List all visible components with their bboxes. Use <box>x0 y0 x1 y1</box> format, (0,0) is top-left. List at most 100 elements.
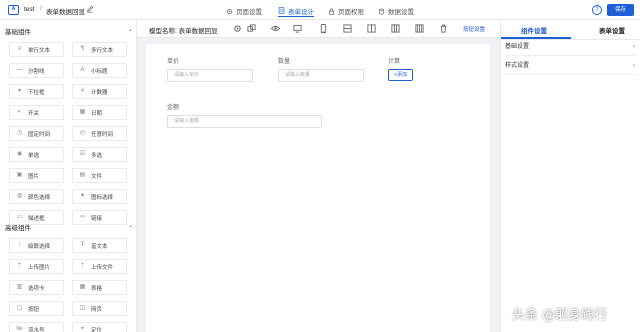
radio-icon: ◉ <box>16 151 23 157</box>
text-line-icon: ≡ <box>17 46 22 52</box>
quantity-input[interactable]: 请输入数量 <box>278 69 364 82</box>
component-label: 网页 <box>91 306 103 313</box>
amount-input[interactable]: 请输入金额 <box>167 115 322 128</box>
tab-data-settings[interactable]: 数据设置 <box>378 5 414 17</box>
component-label: 级联选择 <box>28 243 51 250</box>
component-icon-picker[interactable]: ✦ 图标选择 <box>72 189 127 204</box>
style-settings-label: 样式设置 <box>505 63 530 69</box>
component-panel: 基础组件 ⌄ ≡ 单行文本 ¶ 多行文本 — 分割线 A 小标题 ▾ 下拉框 # 计数器 ◐ 开关 ▦ 日期 ◷… <box>0 20 137 332</box>
field-label-amount: 金额 <box>167 105 180 111</box>
tabs-icon: ▥ <box>16 284 23 290</box>
cascade-icon: ⋮ <box>16 242 23 248</box>
copy-icon[interactable] <box>247 24 256 33</box>
chevron-down-icon[interactable]: ⌄ <box>128 26 133 33</box>
component-upload-file[interactable]: ⇡ 上传文件 <box>72 259 127 274</box>
component-button[interactable]: ▢ 按钮 <box>9 301 64 316</box>
chevron-down-icon[interactable]: ⌄ <box>128 222 133 229</box>
dropdown-icon: ▾ <box>17 88 21 94</box>
component-label: 定位 <box>91 327 103 332</box>
component-label: 下拉框 <box>28 89 45 96</box>
component-calendar[interactable]: ▦ 日期 <box>72 105 127 120</box>
lock-icon <box>329 8 334 15</box>
layout-four-column-icon[interactable] <box>415 24 424 33</box>
advanced-components-title: 高级组件 <box>5 225 31 232</box>
palette-icon: ◍ <box>16 193 23 199</box>
component-label: 上传文件 <box>91 264 114 271</box>
component-serial[interactable]: № 流水号 <box>9 322 64 332</box>
component-location[interactable]: ⌖ 定位 <box>72 322 127 332</box>
tab-label: 数据设置 <box>388 9 414 16</box>
pc-view-icon[interactable] <box>293 24 302 33</box>
form-icon <box>278 7 285 14</box>
component-paragraph[interactable]: ¶ 多行文本 <box>72 42 127 57</box>
tab-component-settings[interactable]: 组件设置 <box>521 25 547 35</box>
layout-one-column-icon[interactable] <box>343 24 352 33</box>
component-label: 单行文本 <box>28 47 51 54</box>
checkbox-icon: ☑ <box>79 151 86 157</box>
location-icon: ⌖ <box>80 326 85 332</box>
component-clock[interactable]: ◷ 固定时间 <box>9 126 64 141</box>
button-icon: ▢ <box>16 305 23 311</box>
basic-settings-item[interactable]: 基础设置 › <box>505 38 637 56</box>
tab-page-settings[interactable]: 页面设置 <box>226 5 262 17</box>
component-label: 按钮 <box>28 306 40 313</box>
tab-form-settings[interactable]: 表单设置 <box>599 25 625 35</box>
file-icon: ▤ <box>79 172 86 178</box>
component-tabs[interactable]: ▥ 选项卡 <box>9 280 64 295</box>
properties-panel: 组件设置 表单设置 基础设置 › 样式设置 › <box>500 20 640 332</box>
component-switch[interactable]: ◐ 开关 <box>9 105 64 120</box>
component-upload-image[interactable]: ⇡ 上传图片 <box>9 259 64 274</box>
form-canvas[interactable]: 单价 请输入单价 数量 请输入数量 计算 <添加 金额 请输入金额 <box>146 44 490 332</box>
component-label: 流水号 <box>28 327 45 332</box>
component-heading[interactable]: A 小标题 <box>72 63 127 78</box>
description-icon: ▭ <box>16 214 23 220</box>
button-settings-link[interactable]: 按钮设置 <box>463 25 485 33</box>
component-label: 图标选择 <box>91 194 114 201</box>
component-file[interactable]: ▤ 文件 <box>72 168 127 183</box>
chevron-right-icon: › <box>633 44 635 50</box>
component-radio[interactable]: ◉ 单选 <box>9 147 64 162</box>
component-table[interactable]: ▦ 表格 <box>72 280 127 295</box>
component-text-line[interactable]: ≡ 单行文本 <box>9 42 64 57</box>
settings-icon[interactable] <box>233 24 242 33</box>
help-icon[interactable]: ? <box>592 5 602 15</box>
tab-page-permissions[interactable]: 页面权限 <box>328 5 364 17</box>
component-cascade[interactable]: ⋮ 级联选择 <box>9 238 64 253</box>
component-label: 单选 <box>28 152 40 159</box>
component-image[interactable]: ▣ 图片 <box>9 168 64 183</box>
time-range-icon: ◴ <box>79 130 86 136</box>
image-icon: ▣ <box>16 172 23 178</box>
layout-three-column-icon[interactable] <box>391 24 400 33</box>
form-name: 表单数据回显 <box>46 9 85 16</box>
basic-settings-label: 基础设置 <box>505 44 530 50</box>
table-icon: ▦ <box>79 284 86 290</box>
counter-icon: # <box>80 88 85 94</box>
component-link[interactable]: ∞ 链接 <box>72 210 127 225</box>
style-settings-item[interactable]: 样式设置 › <box>505 57 637 75</box>
delete-icon[interactable] <box>439 24 448 33</box>
component-time-range[interactable]: ◴ 任意时间 <box>72 126 127 141</box>
unit-price-input[interactable]: 请输入单价 <box>167 69 253 82</box>
component-counter[interactable]: # 计数器 <box>72 84 127 99</box>
save-button[interactable]: 保存 <box>607 4 634 16</box>
field-label-unit-price: 单价 <box>167 59 180 65</box>
component-dropdown[interactable]: ▾ 下拉框 <box>9 84 64 99</box>
component-rich-text[interactable]: T 富文本 <box>72 238 127 253</box>
edit-icon[interactable] <box>86 5 94 13</box>
app-name[interactable]: test <box>24 6 34 13</box>
mobile-view-icon[interactable] <box>319 24 328 33</box>
preview-eye-icon[interactable] <box>270 24 281 33</box>
app-logo[interactable]: A <box>8 5 19 15</box>
component-checkbox[interactable]: ☑ 多选 <box>72 147 127 162</box>
component-label: 固定时间 <box>28 131 51 138</box>
layout-two-column-icon[interactable] <box>367 24 376 33</box>
component-label: 上传图片 <box>28 264 51 271</box>
tab-form-design[interactable]: 表单设计 <box>278 5 314 17</box>
component-palette[interactable]: ◍ 颜色选择 <box>9 189 64 204</box>
switch-icon: ◐ <box>17 109 22 115</box>
webpage-icon: ◫ <box>79 305 86 311</box>
upload-file-icon: ⇡ <box>79 263 86 269</box>
component-divider[interactable]: — 分割线 <box>9 63 64 78</box>
calculate-button[interactable]: <添加 <box>388 69 413 81</box>
component-webpage[interactable]: ◫ 网页 <box>72 301 127 316</box>
